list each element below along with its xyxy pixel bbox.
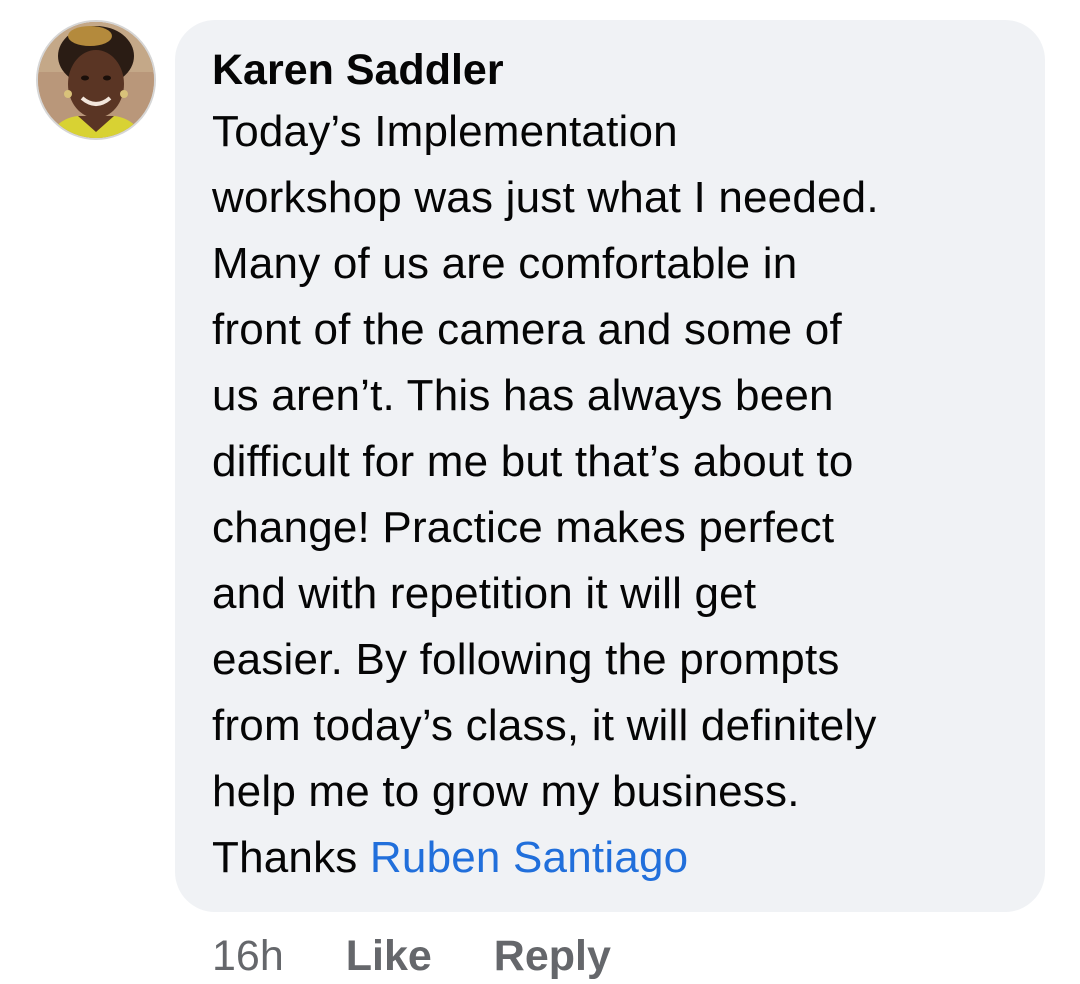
comment-line: Many of us are comfortable in: [212, 239, 798, 288]
comment-line: easier. By following the prompts: [212, 635, 840, 684]
comment-timestamp[interactable]: 16h: [212, 932, 284, 981]
comment-line: workshop was just what I needed.: [212, 173, 879, 222]
like-button[interactable]: Like: [346, 932, 432, 981]
comment-actions: 16h Like Reply: [212, 928, 673, 984]
comment-closing-line: Thanks Ruben Santiago: [212, 825, 1015, 891]
comment-line: help me to grow my business.: [212, 767, 800, 816]
comment-line: from today’s class, it will definitely: [212, 701, 877, 750]
comment-line: us aren’t. This has always been: [212, 371, 834, 420]
avatar[interactable]: [36, 20, 156, 140]
comment-author[interactable]: Karen Saddler: [212, 42, 1015, 98]
comment-line: front of the camera and some of: [212, 305, 842, 354]
mention-link[interactable]: Ruben Santiago: [370, 833, 688, 882]
comment-text: Today’s Implementation workshop was just…: [212, 99, 1015, 891]
comment-line: change! Practice makes perfect: [212, 503, 835, 552]
reply-button[interactable]: Reply: [494, 932, 611, 981]
comment-line: and with repetition it will get: [212, 569, 757, 618]
closing-text: Thanks: [212, 833, 370, 882]
comment-line: difficult for me but that’s about to: [212, 437, 854, 486]
comment-bubble: Karen Saddler Today’s Implementation wor…: [175, 20, 1045, 912]
profile-photo-icon: [38, 22, 154, 138]
comment-line: Today’s Implementation: [212, 107, 678, 156]
